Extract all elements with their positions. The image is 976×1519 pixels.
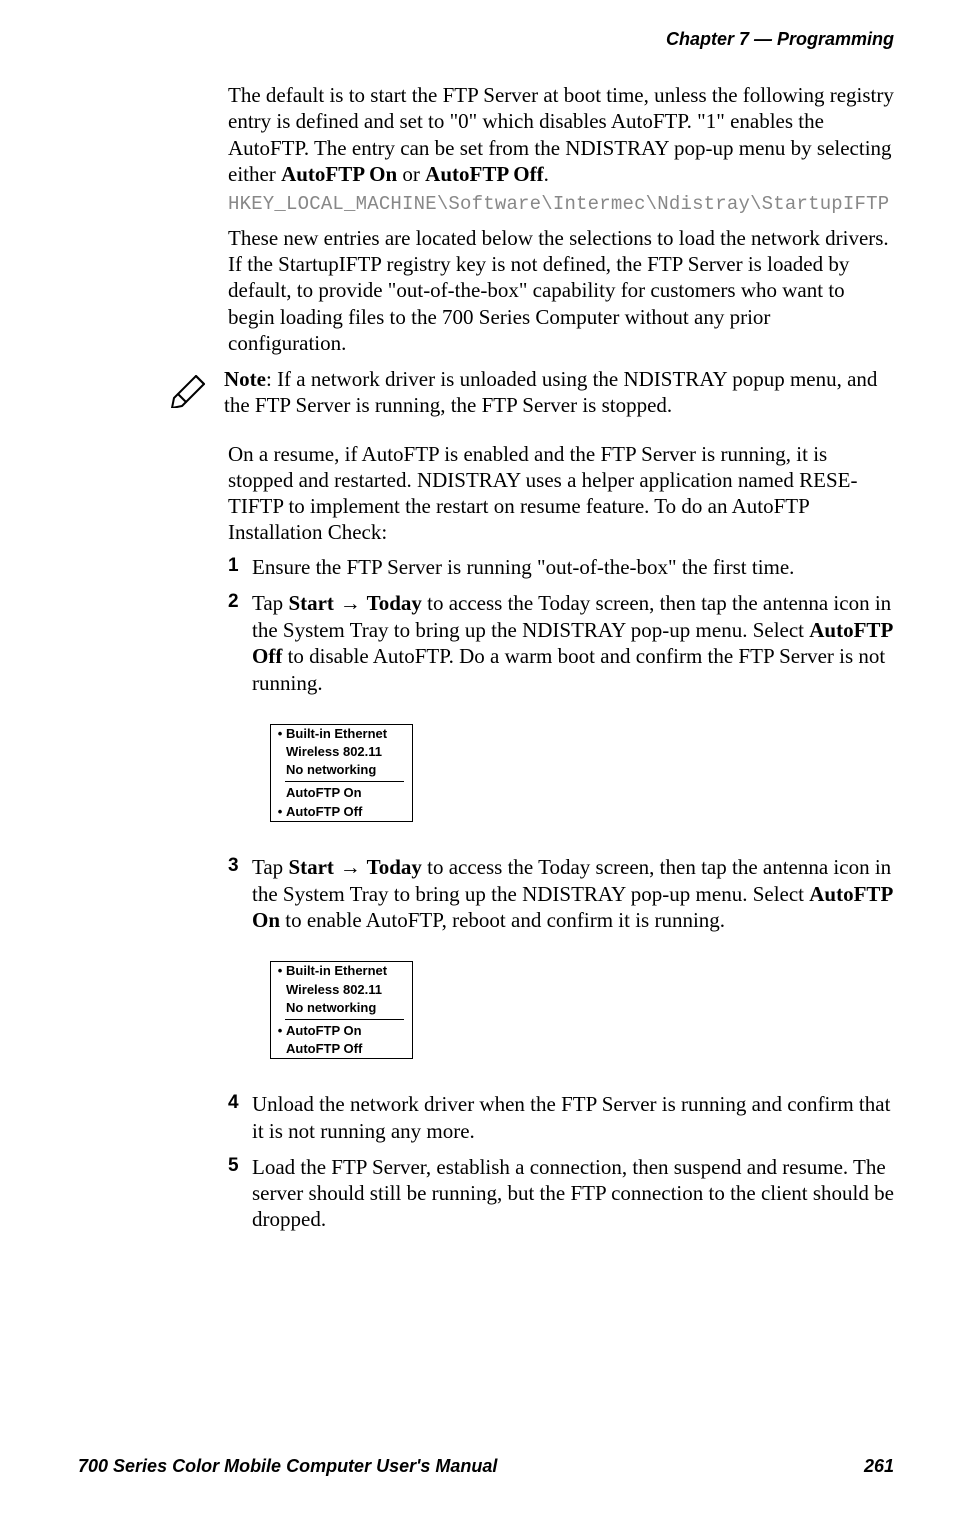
bold-text: Start — [288, 591, 334, 615]
ndistray-menu-screenshot: •Built-in Ethernet Wireless 802.11 No ne… — [270, 961, 413, 1059]
step-number: 4 — [228, 1091, 239, 1115]
bold-text: Today — [367, 591, 422, 615]
menu-label: AutoFTP On — [285, 784, 362, 802]
step-number: 2 — [228, 590, 239, 614]
menu-label: Wireless 802.11 — [285, 743, 382, 761]
text: Tap — [252, 591, 288, 615]
bullet-icon: • — [275, 725, 285, 743]
menu-item: No networking — [271, 761, 412, 779]
menu-label: AutoFTP On — [285, 1022, 362, 1040]
menu-label: Built-in Ethernet — [285, 725, 387, 743]
menu-item: Wireless 802.11 — [271, 981, 412, 999]
menu-divider — [285, 781, 404, 782]
bold-text: AutoFTP On — [281, 162, 397, 186]
text: : If a network driver is unloaded using … — [224, 367, 877, 417]
numbered-list: 1 Ensure the FTP Server is running "out-… — [228, 554, 894, 1233]
running-header: Chapter 7 — Programming — [666, 28, 894, 51]
body-content: The default is to start the FTP Server a… — [228, 82, 894, 1243]
text: to disable AutoFTP. Do a warm boot and c… — [252, 644, 885, 694]
list-item: 3 Tap Start → Today to access the Today … — [228, 854, 894, 1060]
bullet-icon: • — [275, 803, 285, 821]
menu-item: AutoFTP Off — [271, 1040, 412, 1058]
list-item: 2 Tap Start → Today to access the Today … — [228, 590, 894, 822]
menu-item: AutoFTP On — [271, 784, 412, 802]
text: Tap — [252, 855, 288, 879]
menu-item: Wireless 802.11 — [271, 743, 412, 761]
menu-item: •AutoFTP Off — [271, 803, 412, 821]
menu-label: AutoFTP Off — [285, 1040, 362, 1058]
note-icon — [166, 366, 224, 408]
menu-item: •Built-in Ethernet — [271, 725, 412, 743]
text: Ensure the FTP Server is running "out-of… — [252, 555, 794, 579]
footer-title: 700 Series Color Mobile Computer User's … — [78, 1455, 497, 1478]
text: Unload the network driver when the FTP S… — [252, 1092, 890, 1142]
paragraph: These new entries are located below the … — [228, 225, 894, 356]
text: Load the FTP Server, establish a connect… — [252, 1155, 894, 1232]
bullet-icon: • — [275, 962, 285, 980]
paragraph: The default is to start the FTP Server a… — [228, 82, 894, 187]
note-text: Note: If a network driver is unloaded us… — [224, 366, 894, 419]
step-number: 5 — [228, 1154, 239, 1178]
code-line: HKEY_LOCAL_MACHINE\Software\Intermec\Ndi… — [228, 193, 894, 217]
bold-text: Start — [288, 855, 334, 879]
menu-label: No networking — [285, 761, 376, 779]
menu-item: •Built-in Ethernet — [271, 962, 412, 980]
menu-divider — [285, 1019, 404, 1020]
step-number: 3 — [228, 854, 239, 878]
paragraph: On a resume, if AutoFTP is enabled and t… — [228, 441, 894, 546]
bold-text: Today — [367, 855, 422, 879]
menu-item: •AutoFTP On — [271, 1022, 412, 1040]
text: to enable AutoFTP, reboot and confirm it… — [280, 908, 725, 932]
page-number: 261 — [864, 1455, 894, 1478]
arrow-icon: → — [334, 856, 367, 879]
note-block: Note: If a network driver is unloaded us… — [228, 366, 894, 425]
list-item: 4 Unload the network driver when the FTP… — [228, 1091, 894, 1144]
text: or — [397, 162, 425, 186]
menu-label: Wireless 802.11 — [285, 981, 382, 999]
list-item: 5 Load the FTP Server, establish a conne… — [228, 1154, 894, 1233]
arrow-icon: → — [334, 592, 367, 615]
menu-label: Built-in Ethernet — [285, 962, 387, 980]
list-item: 1 Ensure the FTP Server is running "out-… — [228, 554, 894, 580]
menu-label: No networking — [285, 999, 376, 1017]
bold-text: AutoFTP Off — [425, 162, 543, 186]
text: . — [544, 162, 549, 186]
ndistray-menu-screenshot: •Built-in Ethernet Wireless 802.11 No ne… — [270, 724, 413, 822]
page: Chapter 7 — Programming The default is t… — [0, 0, 976, 1519]
menu-item: No networking — [271, 999, 412, 1017]
step-number: 1 — [228, 554, 239, 578]
note-label: Note — [224, 367, 266, 391]
menu-label: AutoFTP Off — [285, 803, 362, 821]
bullet-icon: • — [275, 1022, 285, 1040]
